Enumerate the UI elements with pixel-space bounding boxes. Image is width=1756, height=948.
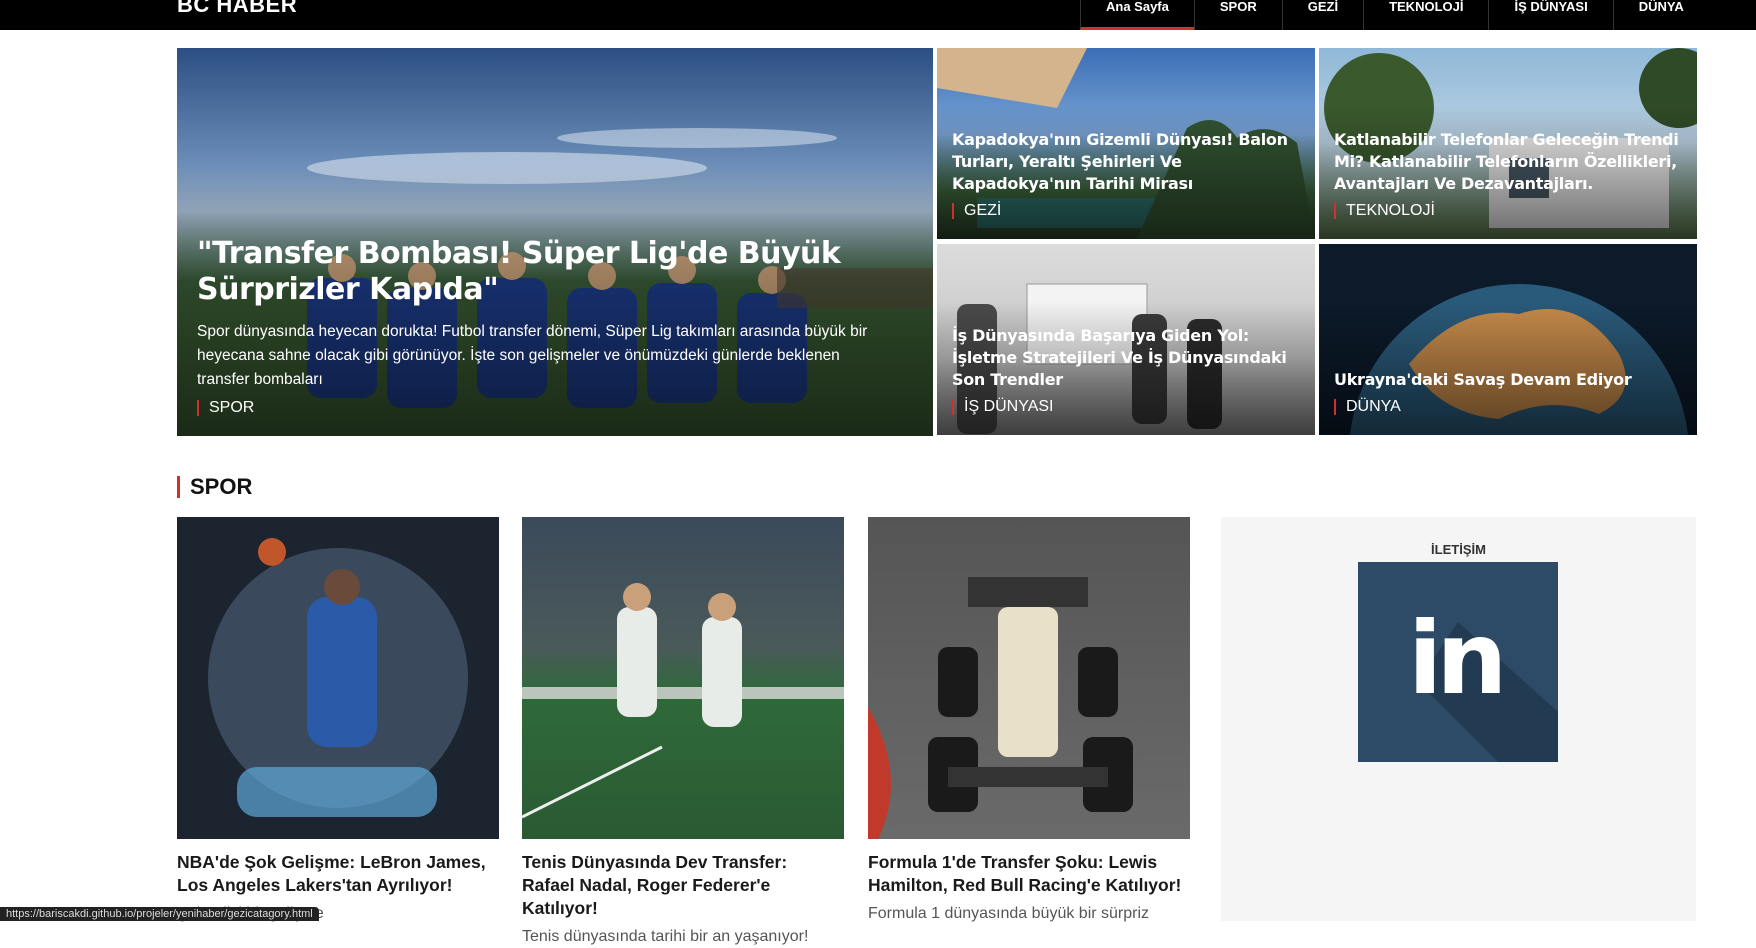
hero-card-gezi[interactable]: Kapadokya'nın Gizemli Dünyası! Balon Tur… — [937, 48, 1315, 239]
hero-card-title[interactable]: Kapadokya'nın Gizemli Dünyası! Balon Tur… — [952, 129, 1300, 195]
hero-main-category[interactable]: SPOR — [197, 400, 893, 416]
hero-main-card[interactable]: "Transfer Bombası! Süper Lig'de Büyük Sü… — [177, 48, 933, 436]
linkedin-icon[interactable]: in — [1358, 562, 1558, 762]
article-description: Tenis dünyasında tarihi bir an yaşanıyor… — [522, 928, 809, 945]
nav-is-dunyasi[interactable]: İŞ DÜNYASI — [1488, 0, 1612, 30]
section-title-spor: SPOR — [177, 476, 252, 498]
hero-card-teknoloji[interactable]: Katlanabilir Telefonlar Geleceğin Trendi… — [1319, 48, 1697, 239]
hero-main-description: Spor dünyasında heyecan dorukta! Futbol … — [197, 323, 868, 388]
hero-main-text: "Transfer Bombası! Süper Lig'de Büyük Sü… — [197, 236, 893, 416]
hero-card-category[interactable]: İŞ DÜNYASI — [952, 399, 1300, 415]
hero-card-category[interactable]: TEKNOLOJİ — [1334, 203, 1682, 219]
article-title[interactable]: Formula 1'de Transfer Şoku: Lewis Hamilt… — [868, 851, 1190, 897]
linkedin-logo-text: in — [1408, 600, 1507, 717]
top-navbar: BC HABER Ana Sayfa SPOR GEZİ TEKNOLOJİ İ… — [0, 0, 1756, 30]
tennis-players-image — [522, 517, 844, 839]
hero-card-dunya[interactable]: Ukrayna'daki Savaş Devam Ediyor DÜNYA — [1319, 244, 1697, 435]
hero-main-title[interactable]: "Transfer Bombası! Süper Lig'de Büyük Sü… — [197, 236, 893, 308]
article-title[interactable]: NBA'de Şok Gelişme: LeBron James, Los An… — [177, 851, 499, 897]
article-card[interactable]: NBA'de Şok Gelişme: LeBron James, Los An… — [177, 517, 499, 925]
main-nav: Ana Sayfa SPOR GEZİ TEKNOLOJİ İŞ DÜNYASI… — [1080, 0, 1709, 30]
hero-card-category[interactable]: DÜNYA — [1334, 399, 1682, 415]
nav-gezi[interactable]: GEZİ — [1281, 0, 1363, 30]
site-logo[interactable]: BC HABER — [177, 0, 297, 18]
hero-card-is-dunyasi[interactable]: İş Dünyasında Başarıya Giden Yol: İşletm… — [937, 244, 1315, 435]
nav-teknoloji[interactable]: TEKNOLOJİ — [1363, 0, 1488, 30]
sports-collage-image — [177, 517, 499, 839]
nav-home[interactable]: Ana Sayfa — [1080, 0, 1194, 30]
link-status-bar: https://bariscakdi.github.io/projeler/ye… — [0, 907, 319, 921]
contact-label: İLETİŞİM — [1431, 542, 1486, 557]
nav-spor[interactable]: SPOR — [1193, 0, 1282, 30]
hero-card-category[interactable]: GEZİ — [952, 203, 1300, 219]
hero-card-title[interactable]: İş Dünyasında Başarıya Giden Yol: İşletm… — [952, 325, 1300, 391]
article-card[interactable]: Tenis Dünyasında Dev Transfer: Rafael Na… — [522, 517, 844, 948]
article-card[interactable]: Formula 1'de Transfer Şoku: Lewis Hamilt… — [868, 517, 1190, 925]
sidebar-contact: İLETİŞİM in — [1221, 517, 1696, 921]
hero-card-title[interactable]: Katlanabilir Telefonlar Geleceğin Trendi… — [1334, 129, 1682, 195]
hero-card-title[interactable]: Ukrayna'daki Savaş Devam Ediyor — [1334, 369, 1682, 391]
article-title[interactable]: Tenis Dünyasında Dev Transfer: Rafael Na… — [522, 851, 844, 920]
nav-dunya[interactable]: DÜNYA — [1612, 0, 1709, 30]
formula1-car-image — [868, 517, 1190, 839]
article-description: Formula 1 dünyasında büyük bir sürpriz — [868, 905, 1150, 922]
